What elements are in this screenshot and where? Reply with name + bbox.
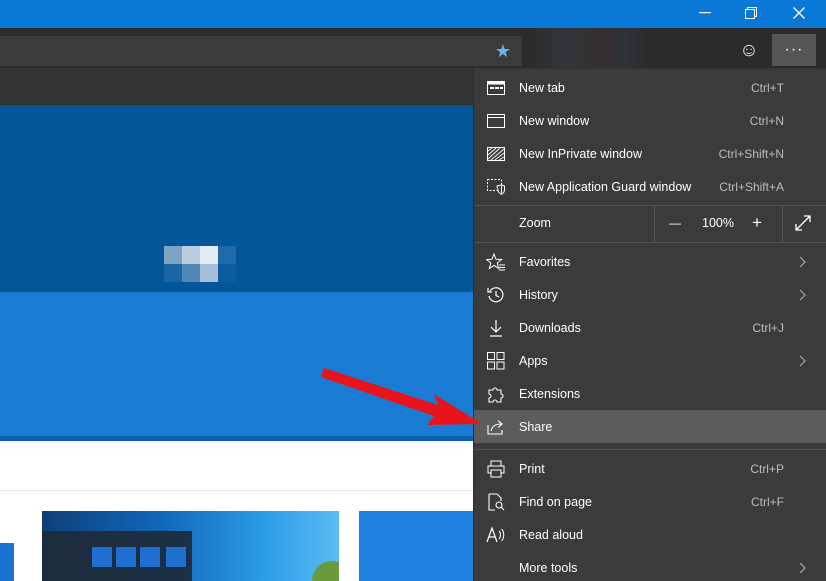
feedback-smiley-icon[interactable]: ☺ bbox=[736, 38, 762, 64]
restore-icon bbox=[745, 7, 757, 19]
pixelated-logo bbox=[164, 246, 236, 282]
menu-item-label: New InPrivate window bbox=[519, 146, 642, 161]
settings-and-more-button[interactable]: ··· bbox=[772, 34, 816, 66]
menu-item-label: More tools bbox=[519, 560, 578, 575]
history-icon bbox=[486, 285, 506, 305]
address-bar[interactable] bbox=[0, 36, 522, 66]
zoom-divider bbox=[654, 205, 655, 242]
tile bbox=[140, 547, 160, 567]
menu-item-shortcut: Ctrl+Shift+A bbox=[719, 179, 784, 194]
application-guard-icon bbox=[486, 177, 506, 197]
hero-banner-top bbox=[0, 105, 474, 292]
chevron-right-icon bbox=[797, 288, 807, 302]
read-aloud-icon bbox=[486, 525, 506, 545]
menu-item-shortcut: Ctrl+T bbox=[751, 80, 784, 95]
menu-item-new-application-guard-window[interactable]: New Application Guard window Ctrl+Shift+… bbox=[474, 170, 826, 203]
menu-item-apps[interactable]: Apps bbox=[474, 344, 826, 377]
menu-item-label: Apps bbox=[519, 353, 548, 368]
menu-item-label: Share bbox=[519, 419, 553, 434]
tile bbox=[92, 547, 112, 567]
card-thumbnail-screenshot[interactable] bbox=[42, 511, 339, 581]
zoom-divider bbox=[782, 205, 783, 242]
zoom-in-button[interactable]: + bbox=[742, 208, 772, 238]
menu-item-shortcut: Ctrl+J bbox=[752, 320, 784, 335]
favorites-icon bbox=[486, 252, 506, 272]
menu-item-history[interactable]: History bbox=[474, 278, 826, 311]
zoom-out-button[interactable]: — bbox=[660, 208, 690, 238]
downloads-icon bbox=[486, 318, 506, 338]
tile bbox=[166, 547, 186, 567]
minimize-icon bbox=[699, 12, 711, 14]
zoom-row: Zoom — 100% + bbox=[474, 205, 826, 242]
menu-item-shortcut: Ctrl+Shift+N bbox=[718, 146, 784, 161]
close-icon bbox=[793, 7, 805, 19]
card-thumbnail-right[interactable] bbox=[359, 511, 474, 581]
menu-item-find-on-page[interactable]: Find on page Ctrl+F bbox=[474, 485, 826, 518]
menu-item-label: New Application Guard window bbox=[519, 179, 692, 194]
inprivate-icon bbox=[486, 144, 506, 164]
menu-item-read-aloud[interactable]: Read aloud bbox=[474, 518, 826, 551]
full-screen-button[interactable] bbox=[790, 210, 816, 236]
menu-item-share[interactable]: Share bbox=[474, 410, 826, 443]
menu-item-shortcut: Ctrl+N bbox=[749, 113, 784, 128]
menu-item-label: History bbox=[519, 287, 558, 302]
menu-item-label: Find on page bbox=[519, 494, 592, 509]
print-icon bbox=[486, 459, 506, 479]
full-screen-icon bbox=[795, 215, 811, 231]
menu-item-new-inprivate-window[interactable]: New InPrivate window Ctrl+Shift+N bbox=[474, 137, 826, 170]
chevron-right-icon bbox=[797, 561, 807, 575]
menu-item-shortcut: Ctrl+F bbox=[751, 494, 784, 509]
chevron-right-icon bbox=[797, 255, 807, 269]
zoom-level: 100% bbox=[702, 216, 734, 230]
menu-item-shortcut: Ctrl+P bbox=[750, 461, 784, 476]
blurred-toolbar-area bbox=[530, 28, 650, 68]
zoom-label: Zoom bbox=[519, 216, 551, 230]
wallpaper-hill bbox=[312, 561, 339, 581]
menu-item-extensions[interactable]: Extensions bbox=[474, 377, 826, 410]
close-button[interactable] bbox=[776, 0, 822, 26]
menu-item-label: Print bbox=[519, 461, 545, 476]
menu-item-favorites[interactable]: Favorites bbox=[474, 245, 826, 278]
settings-and-more-menu: New tab Ctrl+T New window Ctrl+N New InP… bbox=[473, 69, 826, 581]
menu-item-downloads[interactable]: Downloads Ctrl+J bbox=[474, 311, 826, 344]
share-icon bbox=[486, 417, 506, 437]
restore-button[interactable] bbox=[728, 0, 774, 26]
menu-item-label: Extensions bbox=[519, 386, 581, 401]
menu-item-label: New tab bbox=[519, 80, 565, 95]
page-divider bbox=[0, 490, 474, 491]
chevron-right-icon bbox=[797, 354, 807, 368]
new-tab-icon bbox=[486, 78, 506, 98]
menu-item-more-tools[interactable]: More tools bbox=[474, 551, 826, 581]
hero-banner-bottom bbox=[0, 292, 474, 440]
menu-separator bbox=[474, 449, 826, 450]
favorite-star-icon[interactable]: ★ bbox=[488, 36, 518, 66]
apps-icon bbox=[486, 351, 506, 371]
menu-item-label: Downloads bbox=[519, 320, 581, 335]
new-window-icon bbox=[486, 111, 506, 131]
menu-item-label: New window bbox=[519, 113, 590, 128]
find-icon bbox=[486, 492, 506, 512]
menu-item-new-window[interactable]: New window Ctrl+N bbox=[474, 104, 826, 137]
card-thumbnail-left[interactable] bbox=[0, 543, 14, 581]
menu-item-new-tab[interactable]: New tab Ctrl+T bbox=[474, 71, 826, 104]
menu-item-label: Read aloud bbox=[519, 527, 583, 542]
menu-item-print[interactable]: Print Ctrl+P bbox=[474, 452, 826, 485]
minimize-button[interactable] bbox=[682, 0, 728, 26]
menu-item-label: Favorites bbox=[519, 254, 571, 269]
extensions-icon bbox=[486, 384, 506, 404]
menu-separator bbox=[474, 242, 826, 243]
tile bbox=[116, 547, 136, 567]
